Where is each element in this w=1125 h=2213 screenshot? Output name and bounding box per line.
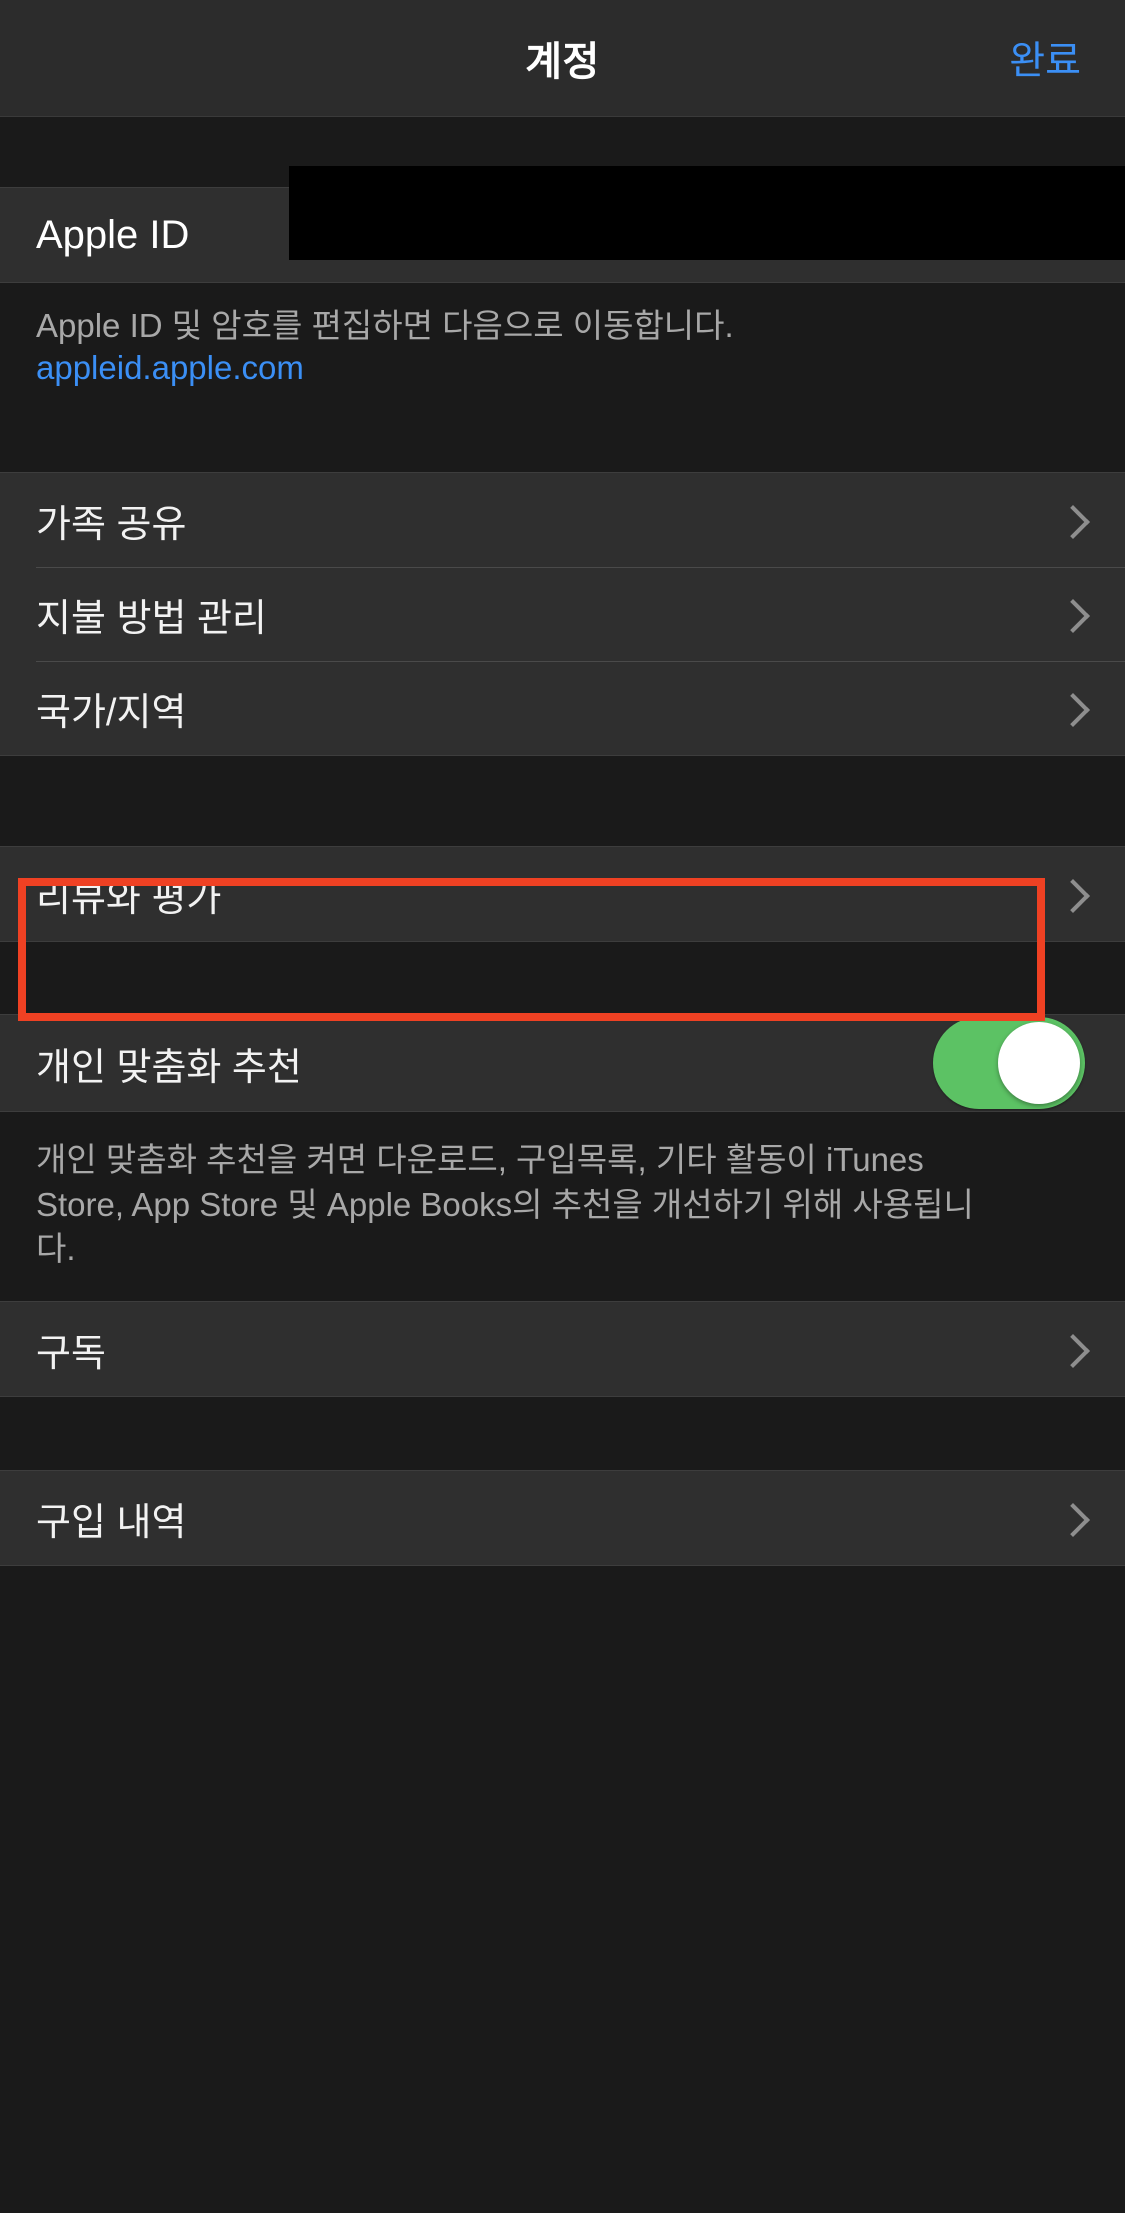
settings-group-2: 리뷰와 평가: [0, 846, 1125, 943]
chevron-right-icon: [1059, 1505, 1085, 1531]
row-label-subscriptions: 구독: [36, 1332, 106, 1375]
row-label-family-sharing: 가족 공유: [36, 503, 187, 546]
apple-id-footnote: Apple ID 및 암호를 편집하면 다음으로 이동합니다. appleid.…: [0, 283, 1125, 418]
row-label-personalized-recommendations: 개인 맞춤화 추천: [36, 1046, 302, 1089]
row-manage-payment-methods[interactable]: 지불 방법 관리: [0, 567, 1125, 662]
personalized-recommendations-toggle[interactable]: [933, 1017, 1085, 1110]
personalized-recommendations-footnote: 개인 맞춤화 추천을 켜면 다운로드, 구입목록, 기타 활동이 iTunes …: [0, 1112, 1010, 1302]
settings-account-screen: 계정 완료 Apple ID Apple ID 및 암호를 편집하면 다음으로 …: [0, 0, 1125, 2213]
row-purchase-history[interactable]: 구입 내역: [0, 1471, 1125, 1566]
row-country-region[interactable]: 국가/지역: [0, 661, 1125, 756]
row-reviews-and-ratings[interactable]: 리뷰와 평가: [0, 847, 1125, 942]
row-label-reviews-and-ratings: 리뷰와 평가: [36, 877, 222, 920]
row-label-manage-payment-methods: 지불 방법 관리: [36, 597, 267, 640]
settings-group-4: 구독: [0, 1301, 1125, 1398]
chevron-right-icon: [1059, 507, 1085, 533]
navigation-bar: 계정 완료: [0, 0, 1125, 117]
row-label-country-region: 국가/지역: [36, 691, 187, 734]
row-personalized-recommendations[interactable]: 개인 맞춤화 추천: [0, 1015, 1125, 1112]
page-title: 계정: [525, 40, 600, 84]
chevron-right-icon: [1059, 881, 1085, 907]
settings-group-5: 구입 내역: [0, 1470, 1125, 1567]
row-label-purchase-history: 구입 내역: [36, 1501, 187, 1544]
chevron-right-icon: [1059, 1336, 1085, 1362]
spacer-3: [0, 942, 1125, 1015]
settings-group-1: 가족 공유 지불 방법 관리 국가/지역: [0, 472, 1125, 757]
row-family-sharing[interactable]: 가족 공유: [0, 473, 1125, 568]
apple-id-footnote-text: Apple ID 및 암호를 편집하면 다음으로 이동합니다.: [36, 307, 734, 344]
spacer-2: [0, 756, 1125, 847]
row-subscriptions[interactable]: 구독: [0, 1302, 1125, 1397]
spacer-4: [0, 1397, 1125, 1471]
done-button[interactable]: 완료: [1009, 30, 1081, 86]
chevron-right-icon: [1059, 695, 1085, 721]
appleid-website-link[interactable]: appleid.apple.com: [36, 347, 1089, 389]
apple-id-value-redaction: [289, 166, 1125, 260]
spacer-1: [0, 417, 1125, 473]
chevron-right-icon: [1059, 601, 1085, 627]
apple-id-label: Apple ID: [36, 212, 190, 257]
apple-id-row[interactable]: Apple ID: [0, 166, 1125, 283]
settings-group-3: 개인 맞춤화 추천: [0, 1014, 1125, 1113]
toggle-knob: [998, 1022, 1080, 1105]
